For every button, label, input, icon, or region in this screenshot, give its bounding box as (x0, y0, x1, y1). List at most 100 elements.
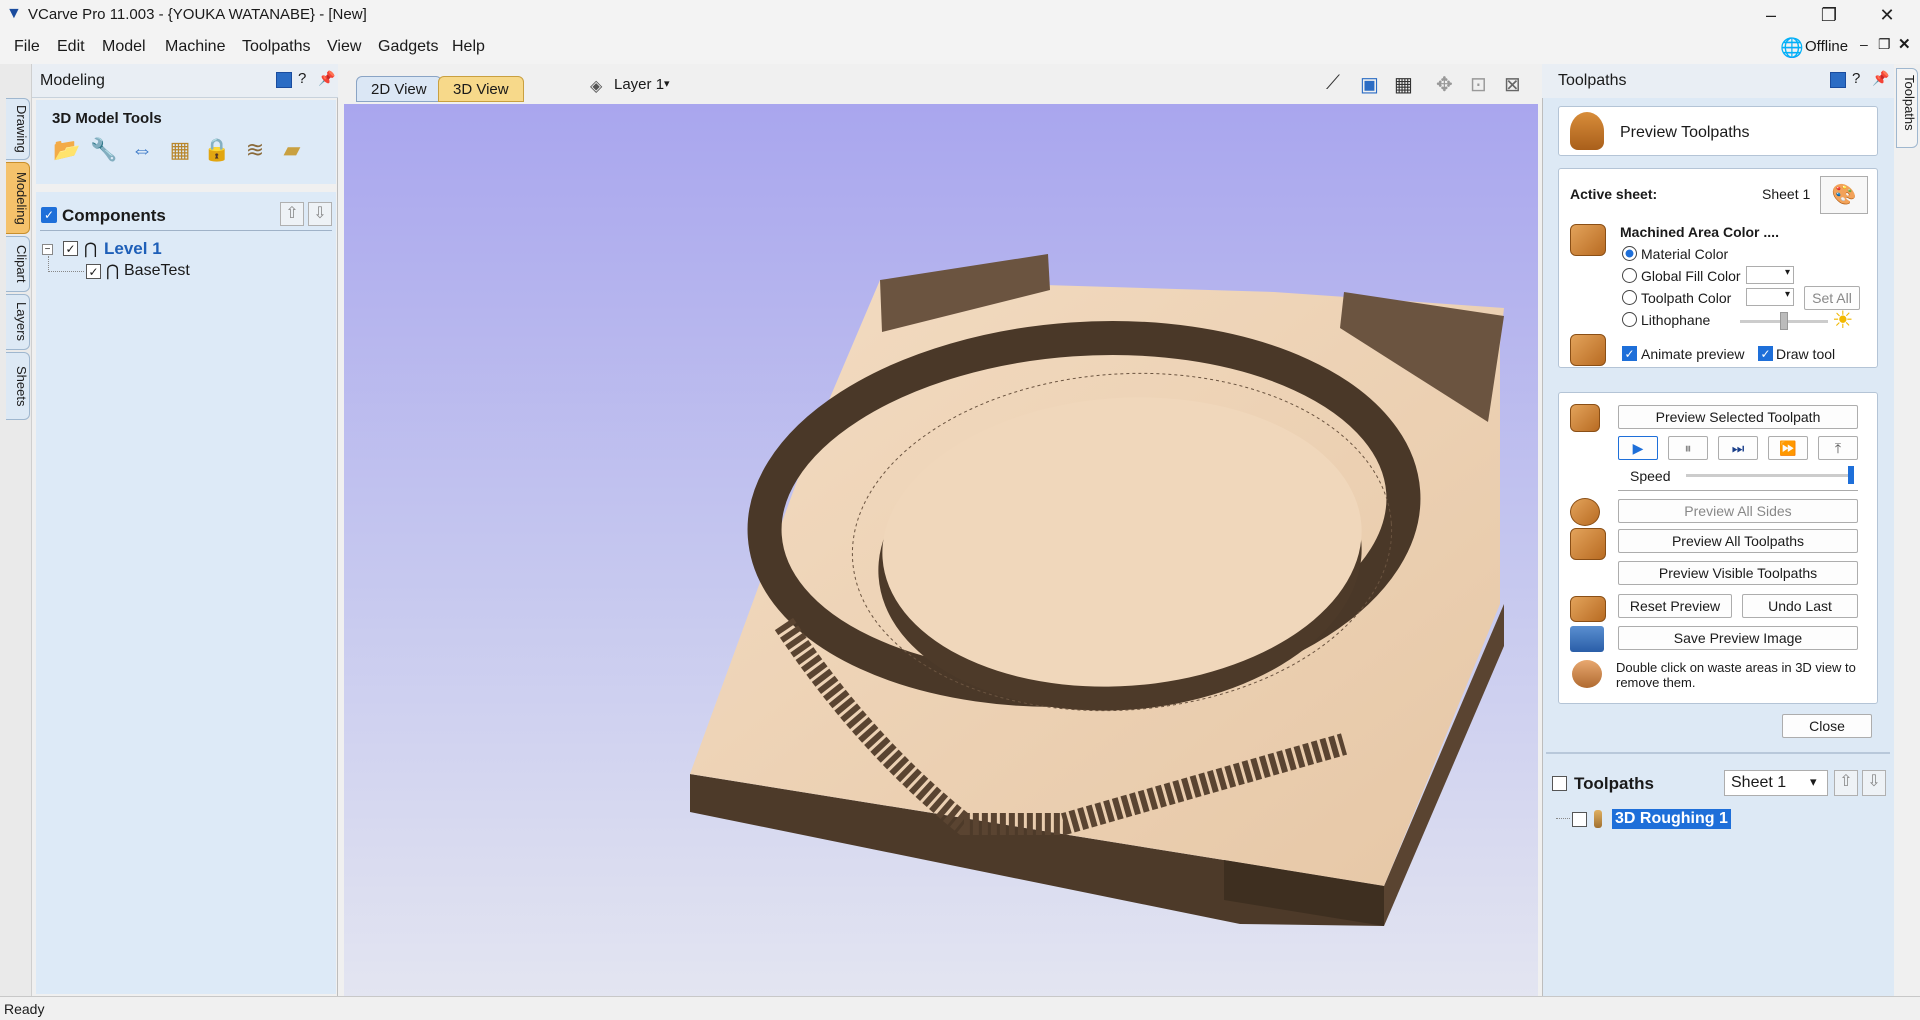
move-down-button[interactable]: ⇩ (308, 202, 332, 226)
play-button[interactable]: ▶ (1618, 436, 1658, 460)
layer-selector[interactable]: Layer 1 (614, 76, 664, 93)
item-arch-icon: ⋂ (106, 263, 120, 280)
restore-button[interactable]: ❐ (1800, 0, 1858, 30)
offline-status[interactable]: Offline (1805, 38, 1848, 55)
animate-preview-checkbox[interactable]: ✓ (1622, 346, 1637, 361)
preview-selected-toolpath-button[interactable]: Preview Selected Toolpath (1618, 405, 1858, 429)
grid-icon[interactable]: ▦ (1394, 72, 1413, 97)
transform-arrows-icon[interactable]: ⇔ (127, 136, 157, 164)
menu-machine[interactable]: Machine (165, 38, 225, 56)
tab-3d-view[interactable]: 3D View (438, 76, 524, 102)
menu-edit[interactable]: Edit (57, 38, 85, 56)
menu-toolpaths[interactable]: Toolpaths (242, 38, 311, 56)
reset-preview-icon (1570, 596, 1606, 622)
radio-lithophane[interactable] (1622, 312, 1637, 327)
speed-slider[interactable] (1686, 474, 1854, 477)
tree-collapse-icon[interactable]: − (42, 244, 53, 255)
tab-clipart[interactable]: Clipart (6, 236, 30, 292)
sun-icon[interactable]: ☀ (1832, 306, 1854, 335)
toolpath-item-3d-roughing[interactable]: 3D Roughing 1 (1612, 809, 1731, 829)
toolpath-color-picker[interactable]: ▾ (1746, 288, 1794, 306)
dock-icon[interactable] (1830, 72, 1846, 88)
radio-global-fill[interactable] (1622, 268, 1637, 283)
pause-button[interactable]: ⏸ (1668, 436, 1708, 460)
preview-all-toolpaths-button[interactable]: Preview All Toolpaths (1618, 529, 1858, 553)
draw-tool-label: Draw tool (1776, 346, 1836, 362)
palette-icon[interactable]: 🎨 (1820, 176, 1868, 214)
draw-tool-checkbox[interactable]: ✓ (1758, 346, 1773, 361)
radio-material-color[interactable] (1622, 246, 1637, 261)
layer-icon: ◈ (590, 78, 603, 95)
preview-all-sides-button[interactable]: Preview All Sides (1618, 499, 1858, 523)
wrench-icon[interactable]: 🔧 (89, 136, 119, 164)
tab-modeling[interactable]: Modeling (6, 162, 30, 234)
close-button[interactable]: Close (1782, 714, 1872, 738)
save-preview-image-button[interactable]: Save Preview Image (1618, 626, 1858, 650)
mdi-close-button[interactable]: ✕ (1898, 35, 1911, 53)
toolpaths-list-checkbox[interactable] (1552, 776, 1567, 791)
tab-layers[interactable]: Layers (6, 294, 30, 350)
active-sheet-value: Sheet 1 (1762, 186, 1811, 202)
zoom-icon[interactable]: ⊠ (1504, 72, 1521, 97)
preview-visible-toolpaths-button[interactable]: Preview Visible Toolpaths (1618, 561, 1858, 585)
dock-icon[interactable] (276, 72, 292, 88)
tree-item-label[interactable]: BaseTest (124, 262, 190, 280)
texture-grid-icon[interactable]: ▦ (165, 136, 195, 164)
lithophane-label: Lithophane (1641, 312, 1711, 328)
help-icon[interactable]: ? (1852, 70, 1860, 87)
menu-help[interactable]: Help (452, 38, 485, 56)
tab-sheets[interactable]: Sheets (6, 352, 30, 420)
machined-part-render (690, 254, 1504, 926)
tab-2d-view[interactable]: 2D View (356, 76, 442, 102)
chevron-down-icon[interactable]: ▾ (664, 77, 670, 90)
machined-area-icon (1570, 224, 1606, 256)
menu-view[interactable]: View (327, 38, 361, 56)
separator (40, 230, 332, 231)
view-layout-icon[interactable]: ▣ (1360, 72, 1379, 97)
menu-gadgets[interactable]: Gadgets (378, 38, 438, 56)
preview-all-icon (1570, 528, 1606, 560)
components-checkbox[interactable]: ✓ (41, 207, 57, 223)
tree-level-label[interactable]: Level 1 (104, 239, 162, 259)
menu-file[interactable]: File (14, 38, 40, 56)
tab-toolpaths-side[interactable]: Toolpaths (1896, 68, 1918, 148)
global-fill-color-picker[interactable]: ▾ (1746, 266, 1794, 284)
move-up-button[interactable]: ⇧ (1834, 770, 1858, 796)
mdi-restore-button[interactable]: ❐ (1878, 36, 1891, 53)
mdi-minimize-button[interactable]: – (1860, 36, 1868, 52)
lock-shape-icon[interactable]: 🔒 (202, 136, 232, 164)
help-icon[interactable]: ? (298, 70, 306, 87)
step-forward-button[interactable]: ⏭ (1718, 436, 1758, 460)
menu-model[interactable]: Model (102, 38, 146, 56)
undo-last-button[interactable]: Undo Last (1742, 594, 1858, 618)
close-window-button[interactable]: ✕ (1858, 0, 1916, 30)
view-iso-icon[interactable]: ⟋ (1326, 72, 1340, 95)
zoom-extents-icon[interactable]: ⊡ (1470, 72, 1487, 97)
pin-icon[interactable]: 📌 (318, 70, 335, 87)
item-checkbox[interactable]: ✓ (86, 264, 101, 279)
animate-icon (1570, 334, 1606, 366)
lithophane-slider-thumb[interactable] (1780, 312, 1788, 330)
minimize-button[interactable]: – (1742, 0, 1800, 30)
layers-shape-icon[interactable]: ≋ (240, 136, 270, 164)
speed-slider-thumb[interactable] (1848, 466, 1854, 484)
3d-viewport[interactable] (344, 104, 1538, 996)
fast-forward-button[interactable]: ⏩ (1768, 436, 1808, 460)
toolpath-item-checkbox[interactable] (1572, 812, 1587, 827)
open-folder-icon[interactable]: 📂 (52, 136, 82, 164)
to-top-button[interactable]: ⤒ (1818, 436, 1858, 460)
pin-icon[interactable]: 📌 (1872, 70, 1889, 87)
pan-icon[interactable]: ✥ (1436, 72, 1453, 97)
globe-icon: 🌐 (1780, 38, 1804, 59)
flat-plane-icon[interactable]: ▰ (277, 136, 307, 164)
level-checkbox[interactable]: ✓ (63, 241, 78, 256)
reset-preview-button[interactable]: Reset Preview (1618, 594, 1732, 618)
chevron-down-icon[interactable]: ▾ (1810, 774, 1817, 790)
radio-toolpath-color[interactable] (1622, 290, 1637, 305)
view-tab-bar (346, 68, 1536, 104)
tab-drawing[interactable]: Drawing (6, 98, 30, 160)
move-down-button[interactable]: ⇩ (1862, 770, 1886, 796)
toolpaths-list-title: Toolpaths (1574, 774, 1654, 793)
move-up-button[interactable]: ⇧ (280, 202, 304, 226)
tree-line (48, 271, 84, 272)
